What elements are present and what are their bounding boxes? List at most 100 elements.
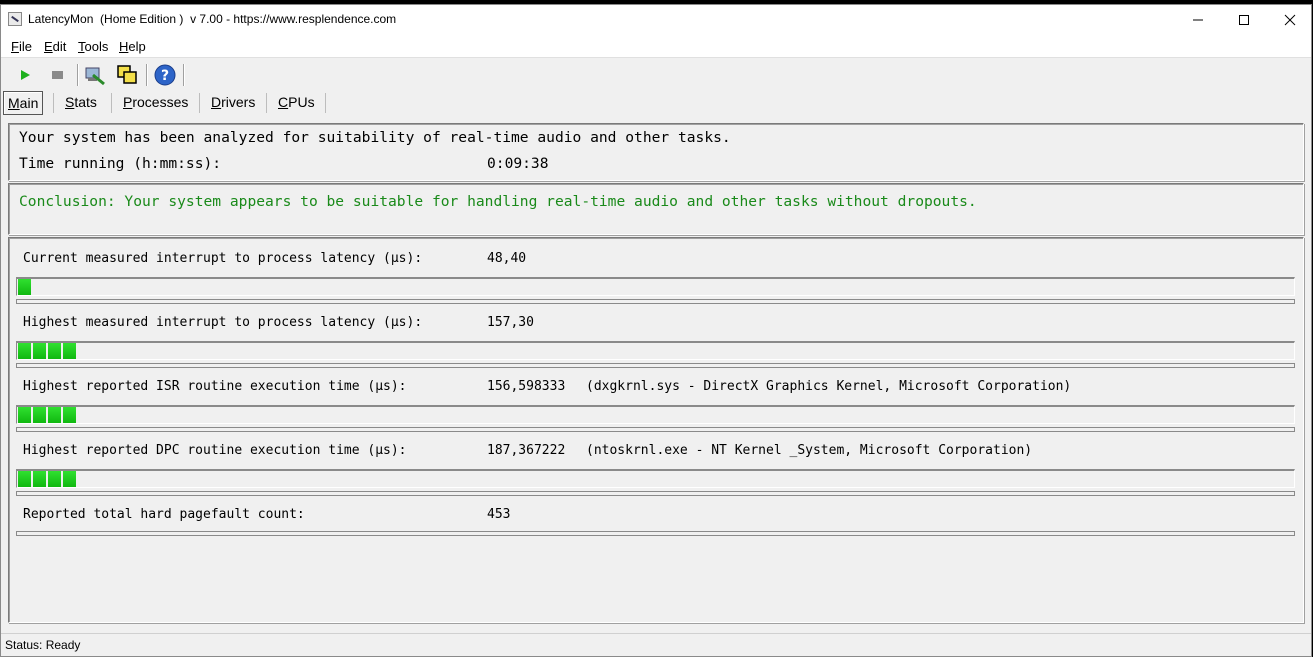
bar-block: [33, 407, 46, 423]
tab-separator: [53, 93, 54, 113]
tab-drivers-rest: rivers: [221, 94, 256, 110]
toolbar-separator: [77, 64, 79, 86]
toolbar-separator: [183, 64, 185, 86]
bar-block: [48, 407, 61, 423]
analyze-icon: [85, 67, 105, 86]
tab-separator: [111, 93, 112, 113]
metric-value: 157,30: [487, 315, 534, 330]
menu-edit-mnemonic: E: [44, 39, 53, 54]
help-button[interactable]: ?: [153, 63, 177, 87]
tab-separator: [199, 93, 200, 113]
svg-text:?: ?: [161, 68, 169, 84]
tab-processes-mnemonic: P: [123, 94, 133, 110]
time-running-value: 0:09:38: [487, 155, 549, 172]
menu-tools[interactable]: Tools: [78, 39, 108, 54]
bar-divider: [16, 491, 1295, 496]
metric-detail: (ntoskrnl.exe - NT Kernel _System, Micro…: [586, 443, 1033, 458]
minimize-button[interactable]: [1175, 5, 1221, 35]
latency-bar: [16, 277, 1295, 296]
metrics-panel: Current measured interrupt to process la…: [8, 237, 1304, 623]
window-title: LatencyMon (Home Edition ) v 7.00 - http…: [28, 12, 397, 26]
bar-fill: [18, 279, 31, 295]
menu-file-rest: ile: [18, 39, 32, 54]
menu-help-mnemonic: H: [119, 39, 129, 54]
summary-panel: Your system has been analyzed for suitab…: [8, 123, 1304, 181]
tab-drivers-mnemonic: D: [211, 94, 222, 110]
bar-block: [63, 471, 76, 487]
windows-button[interactable]: [115, 63, 139, 87]
metric-label: Highest reported ISR routine execution t…: [23, 379, 407, 394]
start-button[interactable]: [13, 63, 37, 87]
tab-main-mnemonic: M: [8, 95, 20, 111]
bar-block: [48, 343, 61, 359]
minimize-icon: [1193, 19, 1203, 21]
menu-bar: File Edit Tools Help: [1, 35, 1311, 58]
app-icon[interactable]: [8, 12, 22, 26]
bar-block: [33, 343, 46, 359]
metric-detail: (dxgkrnl.sys - DirectX Graphics Kernel, …: [586, 379, 1072, 394]
tab-stats[interactable]: Stats: [61, 91, 101, 113]
tab-cpus-rest: PUs: [288, 94, 315, 110]
dpc-bar: [16, 469, 1295, 488]
help-icon: ?: [154, 64, 176, 86]
bar-block: [63, 343, 76, 359]
conclusion-text: Conclusion: Your system appears to be su…: [19, 193, 977, 210]
toolbar: ?: [1, 61, 1311, 89]
bar-divider: [16, 427, 1295, 432]
bar-block: [63, 407, 76, 423]
tab-processes[interactable]: Processes: [119, 91, 192, 113]
bar-block: [33, 471, 46, 487]
bar-fill: [18, 471, 76, 487]
stop-icon: [52, 71, 63, 79]
isr-bar: [16, 405, 1295, 424]
maximize-icon: [1239, 15, 1249, 25]
toolbar-separator: [146, 64, 148, 86]
tab-drivers[interactable]: Drivers: [207, 91, 259, 113]
tab-cpus-mnemonic: C: [278, 94, 289, 110]
menu-help-rest: elp: [128, 39, 146, 54]
metric-value: 187,367222: [487, 443, 566, 458]
play-icon: [21, 70, 30, 80]
menu-help[interactable]: Help: [119, 39, 146, 54]
maximize-button[interactable]: [1221, 5, 1267, 35]
metric-label: Current measured interrupt to process la…: [23, 251, 423, 266]
close-button[interactable]: [1267, 5, 1313, 35]
status-text: Status: Ready: [5, 638, 81, 652]
bar-block: [18, 471, 31, 487]
tab-stats-mnemonic: S: [65, 94, 75, 110]
menu-file[interactable]: File: [11, 39, 32, 54]
tab-processes-rest: rocesses: [132, 94, 189, 110]
tab-strip: Main Stats Processes Drivers CPUs: [1, 89, 1311, 115]
bar-block: [18, 279, 31, 295]
tab-separator: [325, 93, 326, 113]
time-running-label: Time running (h:mm:ss):: [19, 155, 222, 172]
metric-value: 156,598333: [487, 379, 566, 394]
bar-fill: [18, 407, 76, 423]
conclusion-panel: Conclusion: Your system appears to be su…: [8, 183, 1304, 235]
bar-fill: [18, 343, 76, 359]
menu-tools-rest: ools: [84, 39, 109, 54]
metric-label: Highest reported DPC routine execution t…: [23, 443, 407, 458]
bar-divider: [16, 363, 1295, 368]
app-window: LatencyMon (Home Edition ) v 7.00 - http…: [0, 4, 1312, 657]
analyze-button[interactable]: [83, 63, 107, 87]
title-bar[interactable]: LatencyMon (Home Edition ) v 7.00 - http…: [1, 5, 1311, 35]
tab-cpus[interactable]: CPUs: [274, 91, 319, 113]
windows-icon: [117, 65, 137, 84]
metric-value: 48,40: [487, 251, 527, 266]
metric-label: Reported total hard pagefault count:: [23, 507, 305, 522]
status-bar: Status: Ready: [1, 633, 1311, 656]
menu-edit-rest: dit: [52, 39, 67, 54]
menu-edit[interactable]: Edit: [44, 39, 66, 54]
tab-main[interactable]: Main: [3, 91, 44, 115]
menu-file-mnemonic: F: [11, 39, 19, 54]
stop-button[interactable]: [45, 63, 69, 87]
latency-bar: [16, 341, 1295, 360]
bar-block: [48, 471, 61, 487]
summary-line: Your system has been analyzed for suitab…: [19, 129, 731, 146]
bar-block: [18, 343, 31, 359]
bar-divider: [16, 299, 1295, 304]
bar-block: [18, 407, 31, 423]
metric-label: Highest measured interrupt to process la…: [23, 315, 423, 330]
metric-value: 453: [487, 507, 511, 522]
